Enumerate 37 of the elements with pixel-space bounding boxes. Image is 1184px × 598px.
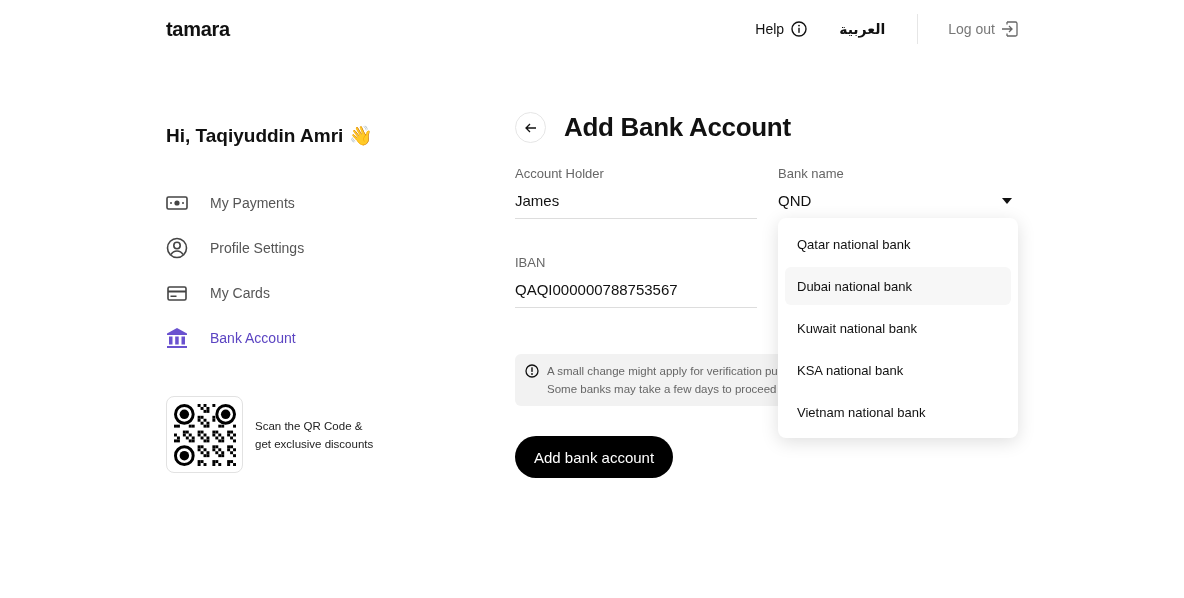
promo-text: get exclusive discounts: [255, 436, 374, 452]
logo: tamara: [166, 17, 230, 41]
back-button[interactable]: [515, 112, 546, 143]
input-field[interactable]: James: [515, 184, 757, 219]
qr-code-icon: [173, 403, 236, 466]
sidebar-item[interactable]: My Cards: [166, 282, 515, 304]
notice-text: A small change might apply for verification pu: [547, 364, 778, 379]
card-icon: [167, 285, 187, 301]
dropdown-option[interactable]: KSA national bank: [785, 351, 1011, 389]
input-field[interactable]: QAQI000000788753567: [515, 273, 757, 308]
sidebar-item[interactable]: Profile Settings: [166, 237, 515, 259]
logout-icon: [1001, 21, 1018, 37]
sidebar-item[interactable]: My Payments: [166, 192, 515, 214]
notice-text: Some banks may take a few days to proceed: [547, 382, 778, 397]
dropdown-option[interactable]: Qatar national bank: [785, 225, 1011, 263]
greeting: Hi, Taqiyuddin Amri 👋: [166, 124, 374, 148]
promo-text: Scan the QR Code &: [255, 418, 364, 434]
back-arrow-icon: [524, 122, 537, 133]
sidebar-item[interactable]: Bank Account: [166, 327, 515, 349]
info-icon: [791, 21, 808, 37]
field-label: Account Holder: [515, 166, 605, 181]
bank-icon: [166, 327, 188, 349]
caret-icon: [1002, 197, 1012, 204]
page-title: Add Bank Account: [564, 112, 791, 143]
logout-button[interactable]: Log out: [948, 21, 1018, 37]
user-icon: [166, 237, 188, 259]
dropdown-option[interactable]: Kuwait national bank: [785, 309, 1011, 347]
field-label: IBAN: [515, 255, 547, 270]
language-link[interactable]: العربية: [839, 21, 886, 37]
alert-icon: [525, 364, 539, 378]
add-bank-account-button[interactable]: Add bank account: [515, 436, 674, 478]
banknote-icon: [166, 196, 188, 210]
dropdown-option[interactable]: Vietnam national bank: [785, 393, 1011, 431]
dropdown-option[interactable]: Dubai national bank: [785, 267, 1011, 305]
field-label: Bank name: [778, 166, 845, 181]
help-link[interactable]: Help: [755, 21, 808, 37]
dropdown-field[interactable]: QND: [778, 184, 1018, 219]
